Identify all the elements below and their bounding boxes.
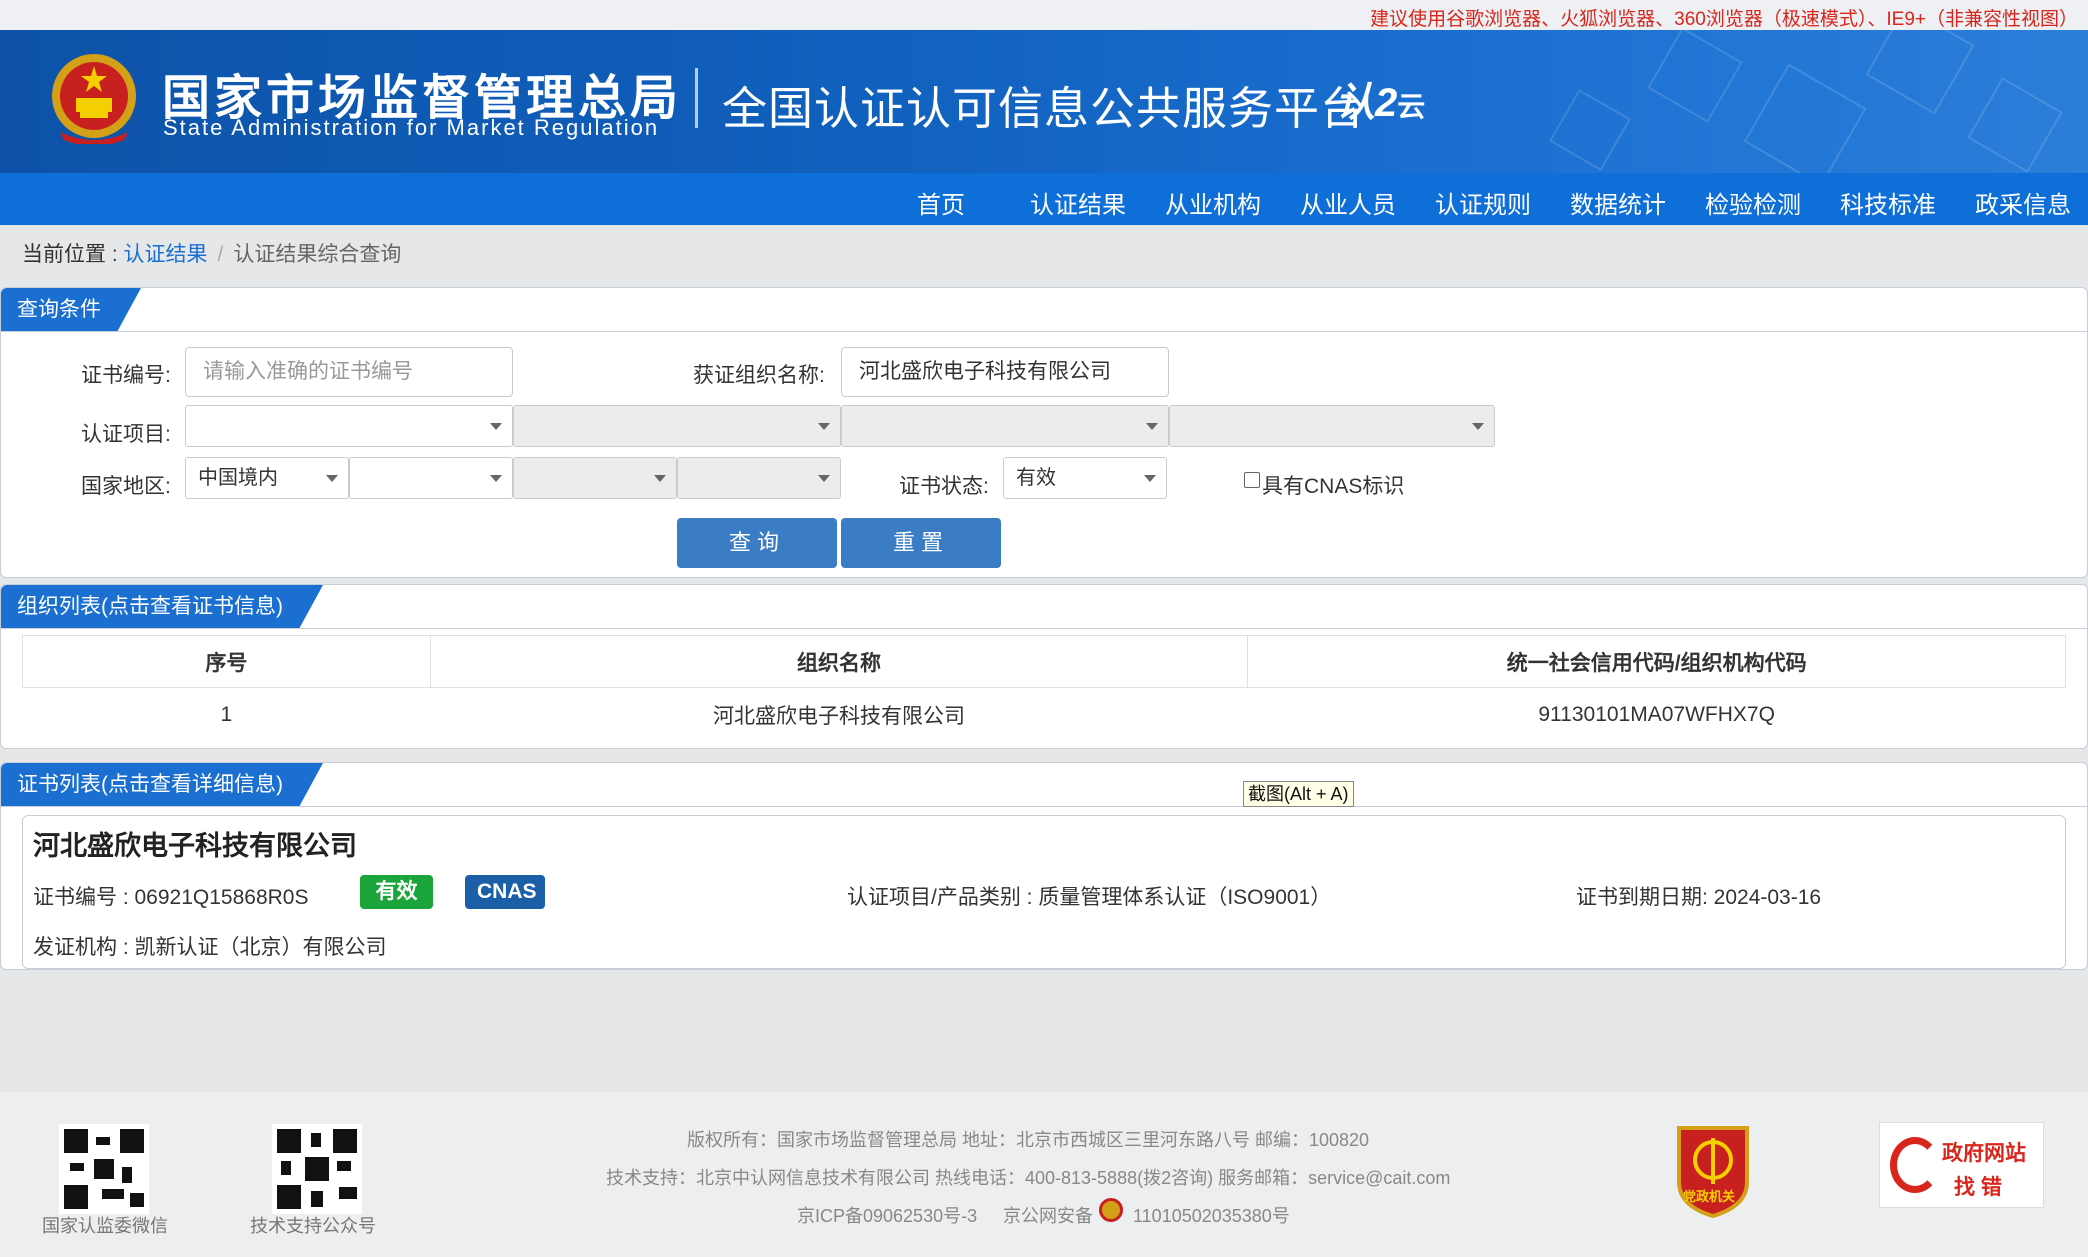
chevron-down-icon: [1144, 475, 1156, 482]
party-badge-label: 党政机关: [1683, 1189, 1736, 1204]
org-list-tab: 组织列表(点击查看证书信息): [1, 585, 323, 629]
project-select-4[interactable]: [1169, 405, 1495, 447]
breadcrumb: 当前位置 : 认证结果 / 认证结果综合查询: [22, 243, 402, 266]
region-select-country[interactable]: 中国境内: [185, 457, 349, 499]
nav-item-home[interactable]: 首页: [917, 185, 965, 220]
status-badge: 有效: [360, 875, 433, 909]
project-select-2[interactable]: [513, 405, 841, 447]
footer-police-number[interactable]: 11010502035380号: [1133, 1202, 1290, 1228]
status-select-value: 有效: [1016, 467, 1056, 489]
gov-site-line1: 政府网站: [1942, 1142, 2026, 1165]
cert-no-input[interactable]: 请输入准确的证书编号: [185, 347, 513, 397]
region-select-district[interactable]: [677, 457, 841, 499]
cert-expire-date: 证书到期日期: 2024-03-16: [1576, 886, 1822, 909]
breadcrumb-prefix: 当前位置 :: [22, 243, 124, 266]
region-label: 国家地区:: [81, 475, 171, 498]
col-header-org-name: 组织名称: [429, 635, 1249, 688]
brand-logo-main: 认: [1335, 81, 1375, 125]
screenshot-tooltip: 截图(Alt + A): [1243, 781, 1354, 807]
qr-code-icon: [59, 1124, 149, 1214]
browser-notice: 建议使用谷歌浏览器、火狐浏览器、360浏览器（极速模式）、IE9+（非兼容性视图…: [1370, 9, 2078, 30]
cnas-badge: CNAS: [465, 875, 545, 909]
cnas-checkbox[interactable]: [1244, 472, 1260, 488]
query-panel-tab: 查询条件: [1, 288, 141, 332]
qr1-label: 国家认监委微信: [42, 1216, 168, 1236]
search-button[interactable]: 查询: [677, 518, 837, 568]
nav-item-statistics[interactable]: 数据统计: [1570, 185, 1666, 220]
brand-logo-sub: 云: [1397, 91, 1426, 122]
query-panel: 查询条件 证书编号: 请输入准确的证书编号 获证组织名称: 河北盛欣电子科技有限…: [0, 287, 2088, 578]
nav-item-standards[interactable]: 科技标准: [1840, 185, 1936, 220]
cert-number: 证书编号 : 06921Q15868R0S: [33, 886, 309, 909]
breadcrumb-link[interactable]: 认证结果: [124, 243, 208, 266]
region-select-value: 中国境内: [198, 467, 278, 489]
cnas-checkbox-label: 具有CNAS标识: [1262, 475, 1405, 498]
table-row[interactable]: 1 河北盛欣电子科技有限公司 91130101MA07WFHX7Q: [23, 688, 2066, 742]
cert-project: 认证项目/产品类别 : 质量管理体系认证（ISO9001）: [847, 886, 1332, 909]
footer-police-label: 京公网安备: [1003, 1206, 1093, 1226]
nav-item-procurement[interactable]: 政采信息: [1975, 185, 2071, 220]
org-table: 序号 组织名称 统一社会信用代码/组织机构代码 1 河北盛欣电子科技有限公司 9…: [22, 635, 2066, 742]
nav-item-cert-results[interactable]: 认证结果: [1030, 185, 1126, 220]
party-gov-badge-icon[interactable]: 党政机关: [1673, 1122, 1753, 1219]
cert-no-label: 证书编号:: [81, 364, 171, 387]
region-select-city[interactable]: [513, 457, 677, 499]
nav-item-institutions[interactable]: 从业机构: [1165, 185, 1261, 220]
project-select-3[interactable]: [841, 405, 1169, 447]
nav-item-rules[interactable]: 认证规则: [1435, 185, 1531, 220]
header-divider: [695, 68, 698, 128]
qr2-label: 技术支持公众号: [250, 1216, 376, 1236]
breadcrumb-current: 认证结果综合查询: [233, 243, 402, 266]
chevron-down-icon: [654, 475, 666, 482]
status-label: 证书状态:: [899, 475, 989, 498]
header-banner: 国家市场监督管理总局 State Administration for Mark…: [0, 30, 2088, 173]
qr-code-icon: [272, 1124, 362, 1214]
table-header-row: 序号 组织名称 统一社会信用代码/组织机构代码: [22, 635, 2066, 688]
org-name-label: 获证组织名称:: [693, 364, 825, 387]
gov-site-line2: 找 错: [1954, 1176, 2002, 1199]
magnifier-icon: [1890, 1137, 1940, 1193]
col-header-index: 序号: [22, 635, 431, 688]
region-select-province[interactable]: [349, 457, 513, 499]
chevron-down-icon: [818, 423, 830, 430]
cell-index: 1: [220, 702, 233, 726]
project-select-1[interactable]: [185, 405, 513, 447]
chevron-down-icon: [818, 475, 830, 482]
cert-company-name[interactable]: 河北盛欣电子科技有限公司: [33, 824, 357, 863]
main-nav: 首页 认证结果 从业机构 从业人员 认证规则 数据统计 检验检测 科技标准 政采…: [0, 173, 2088, 225]
cert-card[interactable]: 河北盛欣电子科技有限公司 证书编号 : 06921Q15868R0S 有效 CN…: [22, 815, 2066, 969]
cert-list-tab: 证书列表(点击查看详细信息): [1, 763, 323, 807]
status-select[interactable]: 有效: [1003, 457, 1167, 499]
project-label: 认证项目:: [81, 423, 171, 446]
footer-copyright: 版权所有：国家市场监督管理总局 地址：北京市西城区三里河东路八号 邮编：1008…: [687, 1130, 1370, 1150]
chevron-down-icon: [326, 475, 338, 482]
brand-logo: 认2云: [1335, 81, 1426, 125]
chevron-down-icon: [490, 475, 502, 482]
footer-support: 技术支持：北京中认网信息技术有限公司 热线电话：400-813-5888(拨2咨…: [606, 1168, 1451, 1188]
browser-notice-bar: 建议使用谷歌浏览器、火狐浏览器、360浏览器（极速模式）、IE9+（非兼容性视图…: [0, 0, 2088, 30]
platform-title: 全国认证认可信息公共服务平台: [722, 83, 1367, 134]
police-badge-icon: [1099, 1198, 1123, 1222]
national-emblem-icon: [50, 52, 138, 146]
gov-site-error-report[interactable]: 政府网站 找 错: [1879, 1122, 2044, 1208]
cell-org-name[interactable]: 河北盛欣电子科技有限公司: [430, 688, 1248, 742]
org-name-input[interactable]: 河北盛欣电子科技有限公司: [841, 347, 1169, 397]
col-header-credit-code: 统一社会信用代码/组织机构代码: [1247, 635, 2066, 688]
chevron-down-icon: [490, 423, 502, 430]
chevron-down-icon: [1146, 423, 1158, 430]
cert-issuer: 发证机构 : 凯新认证（北京）有限公司: [33, 936, 387, 959]
cell-credit-code: 91130101MA07WFHX7Q: [1538, 702, 1775, 726]
reset-button[interactable]: 重置: [841, 518, 1001, 568]
nav-item-testing[interactable]: 检验检测: [1705, 185, 1801, 220]
nav-item-personnel[interactable]: 从业人员: [1300, 185, 1396, 220]
chevron-down-icon: [1472, 423, 1484, 430]
org-name-en: State Administration for Market Regulati…: [163, 115, 660, 140]
footer: 国家认监委微信 技术支持公众号 版权所有：国家市场监督管理总局 地址：北京市西城…: [0, 1092, 2088, 1257]
footer-icp-link[interactable]: 京ICP备09062530号-3: [797, 1202, 977, 1228]
